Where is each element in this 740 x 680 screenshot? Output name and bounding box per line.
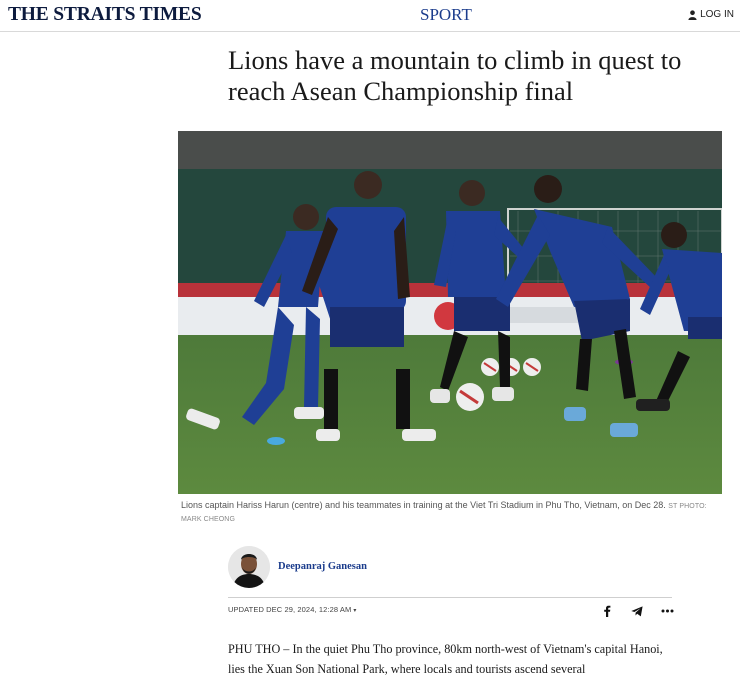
article-photo[interactable]	[178, 131, 722, 494]
login-label: LOG IN	[700, 9, 734, 20]
caption-text: Lions captain Hariss Harun (centre) and …	[181, 500, 666, 510]
training-photo-illustration	[178, 131, 722, 494]
more-icon	[661, 609, 673, 613]
author-name[interactable]: Deepanraj Ganesan	[278, 561, 367, 572]
photo-caption: Lions captain Hariss Harun (centre) and …	[181, 500, 721, 525]
telegram-share-button[interactable]	[630, 604, 644, 618]
more-options-button[interactable]	[660, 604, 674, 618]
telegram-icon	[631, 605, 643, 616]
updated-text: UPDATED DEC 29, 2024, 12:28 AM	[228, 605, 352, 614]
author-portrait	[228, 546, 270, 588]
article-body-paragraph: PHU THO – In the quiet Phu Tho province,…	[228, 642, 663, 676]
facebook-share-button[interactable]	[600, 604, 614, 618]
author-avatar[interactable]	[228, 546, 270, 588]
login-button[interactable]: LOG IN	[688, 9, 734, 20]
masthead-logo[interactable]: THE STRAITS TIMES	[8, 4, 202, 26]
site-header: THE STRAITS TIMES SPORT LOG IN	[0, 0, 740, 32]
facebook-icon	[604, 605, 611, 617]
chevron-down-icon: ▾	[353, 608, 357, 614]
section-title[interactable]: SPORT	[420, 5, 472, 25]
article-headline: Lions have a mountain to climb in quest …	[228, 45, 682, 106]
user-icon	[688, 9, 697, 20]
